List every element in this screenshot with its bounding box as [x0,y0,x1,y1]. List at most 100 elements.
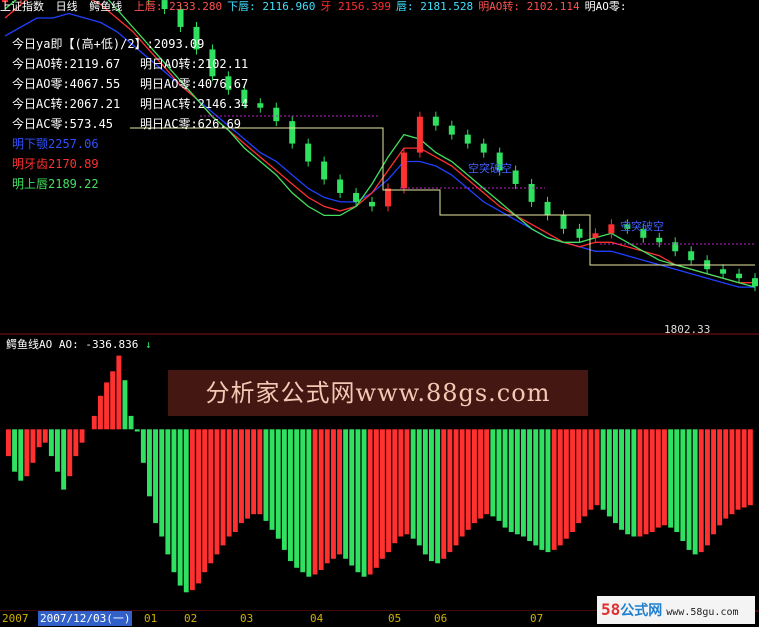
ao-bar-30 [190,429,195,590]
ao-bar-97 [601,429,606,509]
ao-bar-39 [245,429,250,518]
ao-bar-25 [159,429,164,536]
ao-bar-121 [748,429,753,505]
ao-bar-87 [539,429,544,550]
ao-bar-19 [123,380,128,429]
ao-bar-77 [478,429,483,518]
header-values: 上唇: 2333.280下唇: 2116.960牙 2156.399唇: 218… [134,0,632,13]
legend-item-2: 明日AO转:2102.11 [140,54,248,74]
ao-bar-103 [638,429,643,536]
ao-bar-102 [631,429,636,536]
candle-body-36 [576,229,582,238]
candle-body-20 [321,162,327,180]
candle-body-23 [369,202,375,206]
ao-bar-7 [49,429,54,456]
legend-item-7: 今日AC零:573.45 [12,114,113,134]
ao-bar-35 [221,429,226,545]
ao-bar-2 [18,429,23,480]
ao-bar-15 [98,396,103,430]
ao-bar-89 [552,429,557,550]
ao-bar-99 [613,429,618,523]
ao-bar-69 [429,429,434,561]
candle-body-47 [752,278,758,286]
date-label-0: 2007 [2,611,29,626]
ao-bar-41 [257,429,262,514]
candle-body-41 [656,238,662,242]
ao-bar-112 [693,429,698,554]
legend-item-3: 今日AO零:4067.55 [12,74,120,94]
candle-body-29 [465,135,471,144]
candle-body-32 [513,171,519,184]
ao-bar-50 [313,429,318,574]
ao-bar-111 [687,429,692,550]
ao-bar-23 [147,429,152,496]
date-label-8: 07 [530,611,543,626]
ao-bar-55 [343,429,348,559]
candle-body-46 [736,274,742,278]
date-label-3: 02 [184,611,197,626]
ao-bar-40 [251,429,256,514]
date-label-2: 01 [144,611,157,626]
ao-bar-16 [104,382,109,429]
ao-bar-49 [306,429,311,576]
legend-item-5: 今日AC转:2067.21 [12,94,120,114]
ao-bar-85 [527,429,532,541]
period-label[interactable]: 日线 [56,0,78,13]
ao-bar-37 [233,429,238,532]
low-price-label: 1802.33 [664,323,710,336]
ao-bar-62 [386,429,391,552]
ao-bar-56 [349,429,354,565]
candle-body-34 [545,202,551,215]
ao-bar-76 [472,429,477,523]
candle-body-26 [417,117,423,153]
chart-header: 上证指数 日线 鳄鱼线 上唇: 2333.280下唇: 2116.960牙 21… [0,0,759,16]
ao-value: -336.836 [85,338,138,351]
candle-body-21 [337,179,343,192]
ao-bar-79 [490,429,495,516]
candle-body-17 [273,108,279,121]
ao-bar-28 [178,429,183,585]
legend-item-1: 今日AO转:2119.67 [12,54,120,74]
ao-bar-48 [300,429,305,572]
ao-bar-67 [417,429,422,545]
legend-item-9: 明下颚2257.06 [12,134,99,154]
header-value-4: 明AO转: 2102.114 [478,0,579,13]
ao-bar-34 [215,429,220,554]
ao-bar-45 [282,429,287,550]
ao-bar-105 [650,429,655,532]
ao-bar-47 [294,429,299,568]
ao-bar-72 [447,429,452,552]
ao-bar-14 [92,416,97,429]
ao-bar-101 [625,429,630,534]
ao-bar-8 [55,429,60,471]
ao-bar-63 [392,429,397,543]
ao-bar-100 [619,429,624,530]
date-label-7: 06 [434,611,447,626]
ao-bar-83 [515,429,520,534]
ao-bar-65 [405,429,410,534]
ao-bar-81 [503,429,508,527]
ao-bar-95 [589,429,594,509]
candle-body-45 [720,269,726,273]
candle-body-22 [353,193,359,202]
indicator-name[interactable]: 鳄鱼线 [89,0,122,13]
ao-bar-24 [153,429,158,523]
ao-bar-108 [668,429,673,527]
legend-item-8: 明日AC零:626.69 [140,114,241,134]
ao-bar-43 [270,429,275,530]
ao-bar-117 [723,429,728,518]
index-name[interactable]: 上证指数 [0,0,44,13]
ao-bar-51 [319,429,324,570]
ao-bar-57 [356,429,361,572]
header-value-5: 明AO零: [585,0,627,13]
site-url[interactable]: www.58gu.com [666,607,738,618]
ao-bar-60 [374,429,379,568]
ao-arrow: ↓ [145,338,152,351]
ao-bar-109 [674,429,679,532]
ao-bar-73 [454,429,459,545]
ao-bar-12 [80,429,85,442]
legend-item-10: 明牙齿2170.89 [12,154,99,174]
legend-item-0: 今日ya即【(高+低)/2】:2093.09 [12,34,204,54]
ao-bar-88 [546,429,551,552]
header-value-3: 唇: 2181.528 [396,0,473,13]
